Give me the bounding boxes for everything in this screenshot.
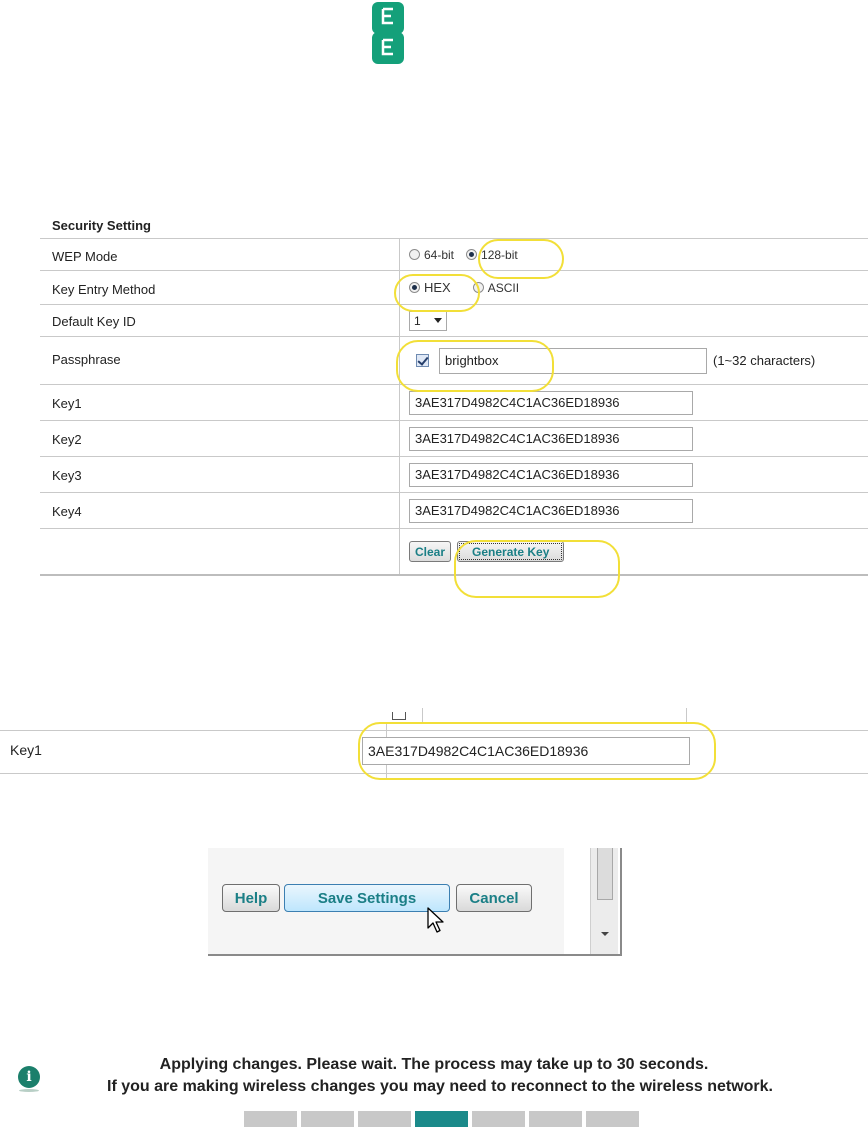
wep-mode-128bit-option[interactable]: 128-bit [466, 248, 518, 262]
notice-line-2: If you are making wireless changes you m… [107, 1078, 773, 1095]
dialog-gap [564, 848, 590, 954]
progress-segment [529, 1111, 582, 1127]
progress-segment [244, 1111, 297, 1127]
radio-64bit[interactable] [409, 249, 420, 260]
key3-input[interactable] [409, 462, 693, 487]
row-key3: Key3 [40, 456, 868, 492]
cropped-checkbox-edge [392, 712, 406, 720]
radio-128bit[interactable] [466, 249, 478, 260]
zoom-row-top-line [0, 730, 868, 731]
key-entry-hex-option[interactable]: HEX [409, 280, 451, 295]
applying-changes-notice: Applying changes. Please wait. The proce… [0, 1054, 868, 1098]
progress-segment [586, 1111, 639, 1127]
row-key1: Key1 [40, 384, 868, 420]
key2-label: Key2 [52, 432, 82, 447]
cancel-button[interactable]: Cancel [456, 884, 532, 912]
progress-bar [244, 1111, 639, 1127]
key-entry-method-label: Key Entry Method [52, 282, 156, 297]
mouse-cursor-icon [427, 907, 444, 933]
cropped-field-edge-right [686, 708, 687, 722]
key-entry-field: HEX ASCII [409, 271, 519, 304]
row-passphrase: Passphrase (1~32 characters) [40, 336, 868, 384]
wep-mode-label: WEP Mode [52, 249, 118, 264]
passphrase-hint: (1~32 characters) [713, 353, 816, 368]
key4-label: Key4 [52, 504, 82, 519]
progress-segment [415, 1111, 468, 1127]
key4-field [409, 493, 693, 528]
zoom-key1-input[interactable] [362, 737, 690, 765]
radio-hex[interactable] [409, 282, 420, 293]
row-default-key-id: Default Key ID 1 [40, 304, 868, 336]
generate-key-button[interactable]: Generate Key [457, 541, 565, 562]
key4-input[interactable] [409, 498, 693, 523]
zoom-key1-label: Key1 [10, 742, 42, 758]
zoomed-key1-row: Key1 [0, 700, 868, 780]
key1-field [409, 385, 693, 420]
progress-segment [358, 1111, 411, 1127]
scrollbar-thumb[interactable] [597, 848, 613, 900]
zoom-row-bottom-line [0, 773, 868, 774]
passphrase-field: (1~32 characters) [409, 337, 815, 384]
help-button[interactable]: Help [222, 884, 280, 912]
key-entry-ascii-option[interactable]: ASCII [472, 281, 519, 295]
chevron-down-icon [434, 318, 442, 323]
row-key4: Key4 [40, 492, 868, 528]
passphrase-input[interactable] [439, 347, 707, 374]
row-wep-mode: WEP Mode 64-bit 128-bit [40, 238, 868, 270]
key3-label: Key3 [52, 468, 82, 483]
vertical-scrollbar[interactable] [590, 848, 618, 954]
save-settings-dialog: Help Save Settings Cancel [208, 848, 622, 956]
action-buttons: Clear Generate Key [409, 529, 565, 574]
scroll-down-icon[interactable] [601, 932, 609, 936]
progress-segment [472, 1111, 525, 1127]
wep-mode-64bit-option[interactable]: 64-bit [409, 248, 454, 262]
cropped-field-edge [422, 708, 423, 722]
row-key2: Key2 [40, 420, 868, 456]
passphrase-label: Passphrase [52, 352, 121, 367]
default-key-id-label: Default Key ID [52, 314, 136, 329]
key1-input[interactable] [409, 390, 693, 415]
radio-ascii[interactable] [472, 282, 484, 293]
key2-field [409, 421, 693, 456]
clear-button[interactable]: Clear [409, 541, 452, 562]
default-key-select[interactable]: 1 [409, 310, 447, 331]
row-key-entry-method: Key Entry Method HEX ASCII [40, 270, 868, 304]
progress-segment [301, 1111, 354, 1127]
default-key-field: 1 [409, 305, 447, 336]
passphrase-checkbox[interactable] [416, 354, 429, 367]
row-actions: Clear Generate Key [40, 528, 868, 576]
notice-line-1: Applying changes. Please wait. The proce… [159, 1056, 709, 1073]
wep-mode-field: 64-bit 128-bit [409, 239, 518, 270]
panel-title: Security Setting [52, 218, 151, 233]
key3-field [409, 457, 693, 492]
key2-input[interactable] [409, 426, 693, 451]
key1-label: Key1 [52, 396, 82, 411]
ee-logo [372, 2, 404, 64]
